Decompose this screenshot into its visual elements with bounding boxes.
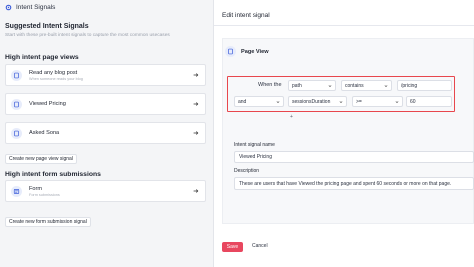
save-button[interactable]: Save xyxy=(222,242,243,252)
cancel-button[interactable]: Cancel xyxy=(252,243,268,249)
suggested-signals-panel: Intent Signals Suggested Intent Signals … xyxy=(0,0,214,267)
add-condition-button[interactable]: + xyxy=(290,114,293,120)
name-input[interactable]: Viewed Pricing xyxy=(234,151,474,163)
page-icon xyxy=(11,69,22,81)
page-views-heading: High intent page views xyxy=(5,54,79,61)
panel-header-title: Intent Signals xyxy=(16,4,56,11)
edit-panel-title: Edit intent signal xyxy=(222,12,270,19)
signal-card-read-blog[interactable]: Read any blog post When someone reads yo… xyxy=(5,64,206,86)
suggested-title: Suggested Intent Signals xyxy=(5,23,89,30)
signal-card-label: Form xyxy=(29,185,43,192)
suggested-description: Start with these pre-built intent signal… xyxy=(5,33,170,38)
signal-card-label: Asked Sona xyxy=(29,130,60,136)
create-page-view-signal-button[interactable]: Create new page view signal xyxy=(5,154,77,164)
page-view-icon xyxy=(225,46,236,57)
form-submissions-heading: High intent form submissions xyxy=(5,171,101,178)
arrow-right-icon xyxy=(193,131,199,135)
signal-card-form[interactable]: Form Form submissions xyxy=(5,180,206,202)
arrow-right-icon xyxy=(193,73,199,77)
page-view-block xyxy=(222,38,474,224)
signal-card-label: Viewed Pricing xyxy=(29,101,66,107)
signal-card-viewed-pricing[interactable]: Viewed Pricing xyxy=(5,93,206,115)
edit-signal-panel: Edit intent signal xyxy=(214,0,474,267)
page-icon xyxy=(11,98,22,110)
conditions-highlight xyxy=(227,76,455,112)
settings-icon xyxy=(5,4,12,11)
description-input[interactable]: These are users that have Viewed the pri… xyxy=(234,177,474,190)
signal-card-label: Read any blog post xyxy=(29,69,78,76)
signal-card-sublabel: Form submissions xyxy=(29,192,60,197)
signal-card-sublabel: When someone reads your blog xyxy=(29,76,83,81)
panel-header: Intent Signals xyxy=(0,0,213,15)
form-icon xyxy=(11,185,22,197)
divider xyxy=(214,25,474,26)
page-icon xyxy=(11,127,22,139)
page-view-header: Page View xyxy=(225,46,269,57)
create-form-submission-signal-button[interactable]: Create new form submission signal xyxy=(5,217,91,227)
name-label: Intent signal name xyxy=(234,142,275,148)
signal-card-asked-sona[interactable]: Asked Sona xyxy=(5,122,206,144)
description-label: Description xyxy=(234,168,260,174)
name-input-value: Viewed Pricing xyxy=(239,154,272,160)
arrow-right-icon xyxy=(193,102,199,106)
arrow-right-icon xyxy=(193,189,199,193)
page-view-label: Page View xyxy=(241,48,269,55)
description-input-value: These are users that have Viewed the pri… xyxy=(239,180,452,187)
